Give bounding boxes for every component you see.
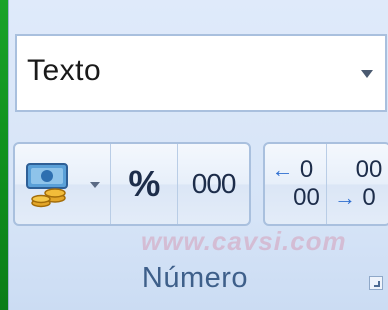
- format-buttons-group: % 000: [13, 142, 251, 226]
- accounting-format-button[interactable]: [15, 144, 112, 224]
- chevron-down-icon[interactable]: [90, 182, 101, 188]
- number-ribbon-group: Texto % 000 ← 0 00 00 → 0 www.cavsi.com …: [8, 0, 388, 310]
- increase-decimal-top: 0: [299, 156, 314, 183]
- watermark: www.cavsi.com: [141, 226, 347, 256]
- decrease-decimal-bottom: 0: [362, 184, 376, 211]
- percent-style-button[interactable]: %: [111, 144, 179, 224]
- decrease-decimal-top: 00: [355, 156, 383, 183]
- decimal-buttons-group: ← 0 00 00 → 0: [263, 142, 388, 226]
- number-format-value: Texto: [27, 54, 102, 87]
- comma-style-button[interactable]: 000: [178, 144, 249, 224]
- arrow-left-icon: ←: [271, 157, 294, 182]
- dialog-launcher-icon[interactable]: [369, 276, 383, 290]
- increase-decimal-bottom: 00: [293, 184, 320, 211]
- increase-decimal-button[interactable]: ← 0 00: [265, 144, 328, 224]
- group-label: Número: [141, 262, 249, 294]
- number-format-dropdown[interactable]: Texto: [15, 34, 387, 112]
- arrow-right-icon: →: [334, 185, 356, 210]
- decrease-decimal-button[interactable]: 00 → 0: [327, 144, 388, 224]
- currency-icon: [26, 163, 68, 208]
- chevron-down-icon[interactable]: [361, 70, 373, 78]
